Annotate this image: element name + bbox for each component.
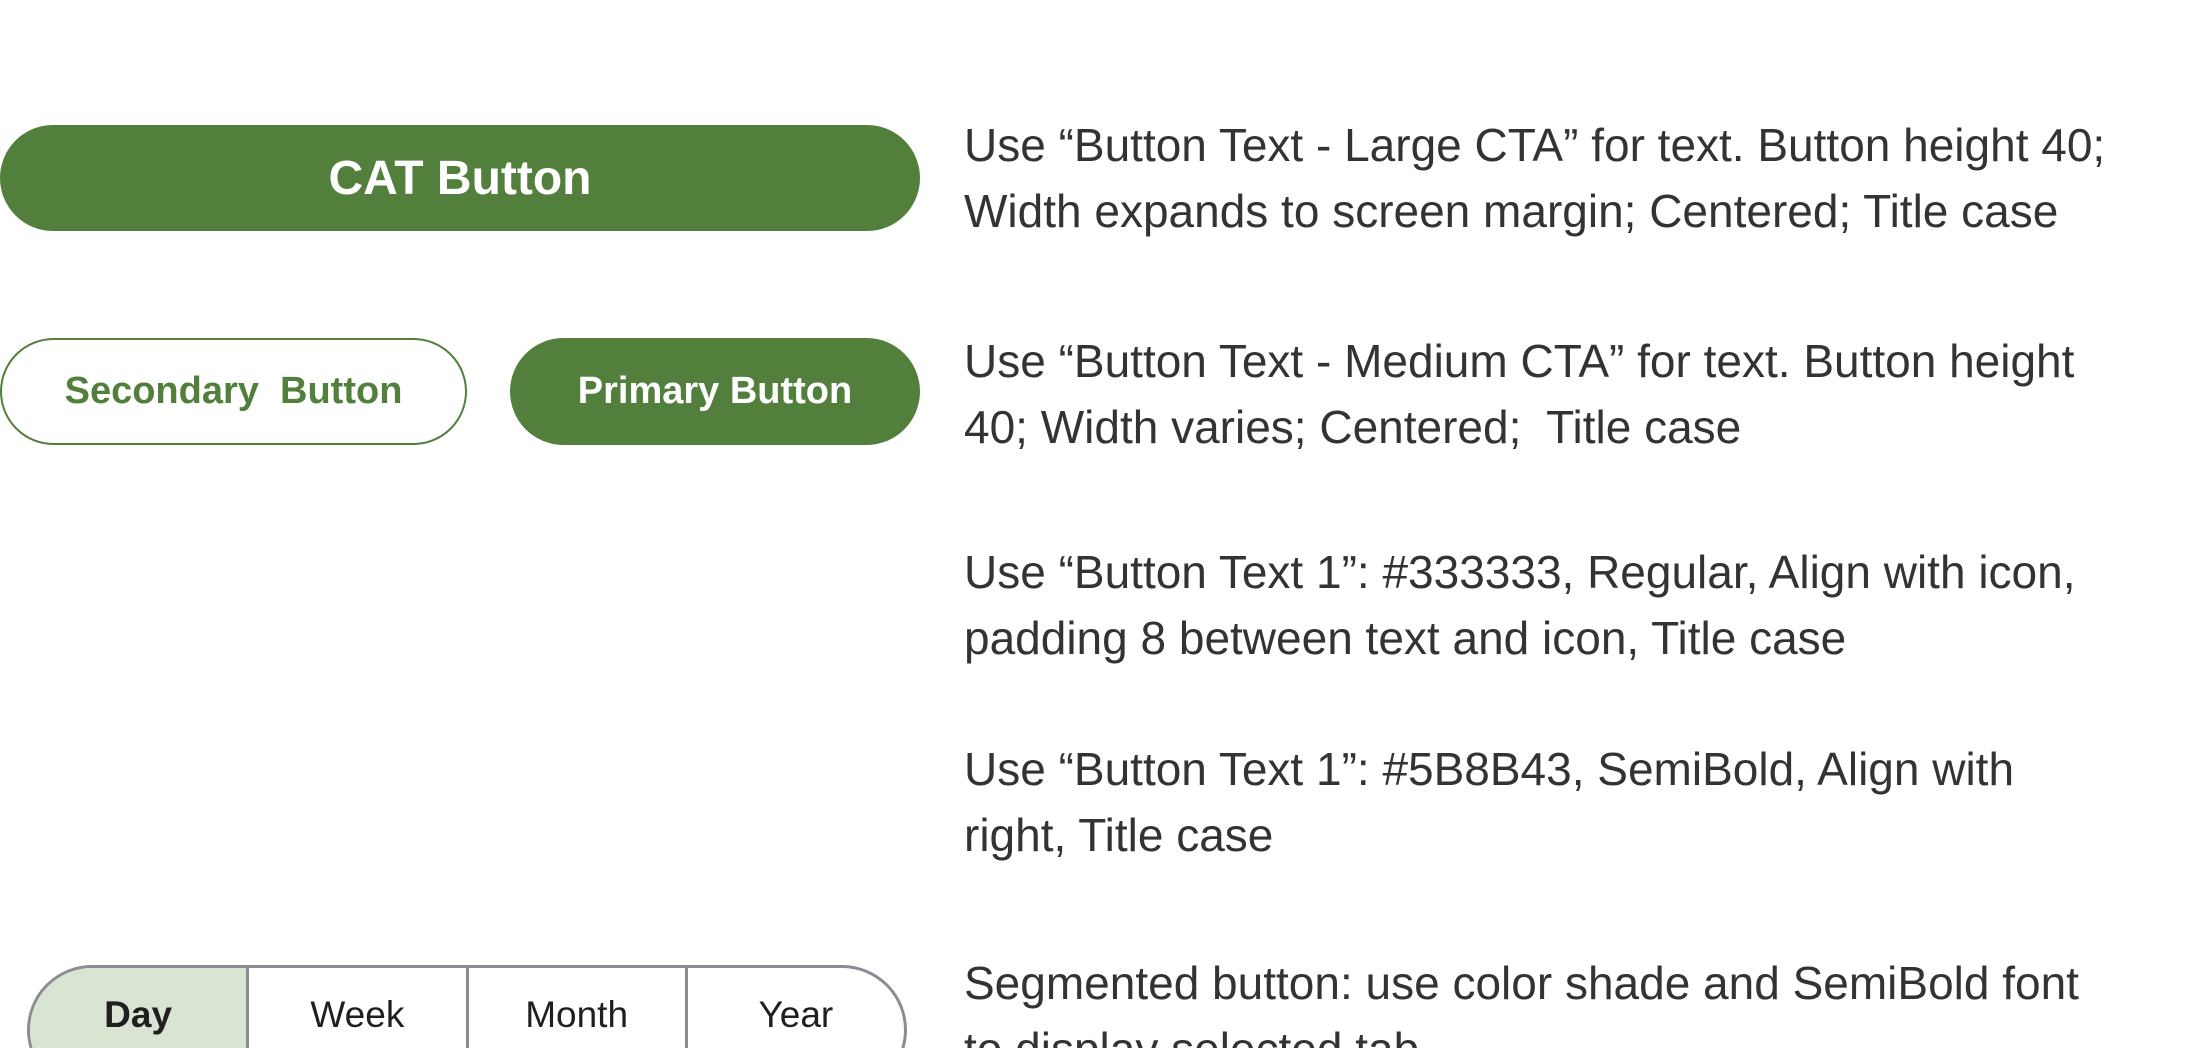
description-line: Use “Button Text 1”: #5B8B43, SemiBold, …	[964, 743, 2015, 795]
segment-year[interactable]: Year	[684, 968, 904, 1048]
description-line: 40; Width varies; Centered; Title case	[964, 401, 1742, 453]
segmented-control: Day Week Month Year	[27, 965, 907, 1048]
segmented-button-description: Segmented button: use color shade and Se…	[964, 950, 2079, 1048]
segment-week[interactable]: Week	[246, 968, 465, 1048]
description-line: Use “Button Text 1”: #333333, Regular, A…	[964, 546, 2076, 598]
description-line: Use “Button Text - Large CTA” for text. …	[964, 119, 2106, 171]
secondary-button[interactable]: Secondary Button	[0, 338, 467, 445]
description-line: Use “Button Text - Medium CTA” for text.…	[964, 335, 2075, 387]
segment-month[interactable]: Month	[465, 968, 685, 1048]
cat-button[interactable]: CAT Button	[0, 125, 920, 231]
segment-label: Year	[758, 994, 834, 1035]
description-line: right, Title case	[964, 809, 1274, 861]
medium-cta-description: Use “Button Text - Medium CTA” for text.…	[964, 328, 2074, 460]
segment-label: Week	[310, 994, 405, 1035]
description-line: Segmented button: use color shade and Se…	[964, 957, 2079, 1009]
cat-button-label: CAT Button	[328, 151, 592, 205]
text-button-semibold-description: Use “Button Text 1”: #5B8B43, SemiBold, …	[964, 736, 2014, 868]
text-button-regular-description: Use “Button Text 1”: #333333, Regular, A…	[964, 539, 2075, 671]
segment-label: Month	[525, 994, 629, 1035]
large-cta-description: Use “Button Text - Large CTA” for text. …	[964, 112, 2105, 244]
description-line: to display selected tab	[964, 1023, 1419, 1048]
primary-button-label: Primary Button	[577, 370, 853, 412]
description-line: Width expands to screen margin; Centered…	[964, 185, 2059, 237]
secondary-button-label: Secondary Button	[64, 370, 403, 412]
segment-day[interactable]: Day	[30, 968, 247, 1048]
description-line: padding 8 between text and icon, Title c…	[964, 612, 1847, 664]
segment-label: Day	[104, 994, 173, 1035]
primary-button[interactable]: Primary Button	[510, 338, 920, 445]
